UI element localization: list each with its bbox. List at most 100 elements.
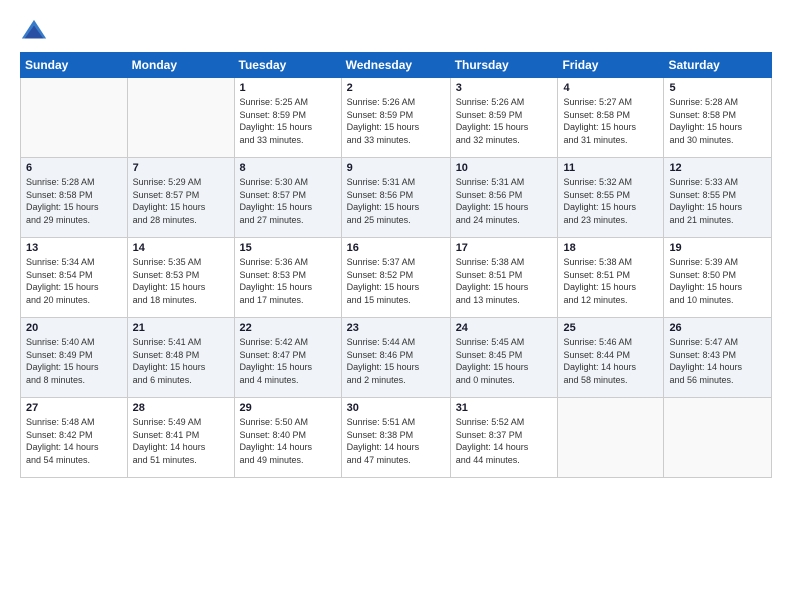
day-number: 15 (240, 242, 336, 254)
day-detail: Sunrise: 5:45 AM Sunset: 8:45 PM Dayligh… (456, 336, 553, 386)
calendar-cell: 2Sunrise: 5:26 AM Sunset: 8:59 PM Daylig… (341, 78, 450, 158)
calendar-cell: 6 Sunrise: 5:28 AM Sunset: 8:58 PM Daylig… (21, 158, 128, 238)
day-number: 22 (240, 322, 336, 334)
calendar-cell: 9 Sunrise: 5:31 AM Sunset: 8:56 PM Daylig… (341, 158, 450, 238)
calendar-cell (664, 398, 772, 478)
calendar-cell: 4Sunrise: 5:27 AM Sunset: 8:58 PM Daylig… (558, 78, 664, 158)
calendar-cell: 12 Sunrise: 5:33 AM Sunset: 8:55 PM Dayli… (664, 158, 772, 238)
logo-icon (20, 18, 48, 46)
day-detail: Sunrise: 5:34 AM Sunset: 8:54 PM Dayligh… (26, 256, 122, 306)
day-number: 1 (240, 82, 336, 94)
day-number: 6 (26, 162, 122, 174)
day-detail: Sunrise: 5:31 AM Sunset: 8:56 PM Dayligh… (456, 176, 553, 226)
calendar-cell: 29 Sunrise: 5:50 AM Sunset: 8:40 PM Dayli… (234, 398, 341, 478)
calendar-cell: 28Sunrise: 5:49 AM Sunset: 8:41 PM Dayli… (127, 398, 234, 478)
day-detail: Sunrise: 5:51 AM Sunset: 8:38 PM Dayligh… (347, 416, 445, 466)
day-detail: Sunrise: 5:28 AM Sunset: 8:58 PM Dayligh… (669, 96, 766, 146)
calendar-cell: 18 Sunrise: 5:38 AM Sunset: 8:51 PM Dayli… (558, 238, 664, 318)
day-number: 10 (456, 162, 553, 174)
weekday-header-sunday: Sunday (21, 53, 128, 78)
day-detail: Sunrise: 5:31 AM Sunset: 8:56 PM Dayligh… (347, 176, 445, 226)
calendar-cell: 21Sunrise: 5:41 AM Sunset: 8:48 PM Dayli… (127, 318, 234, 398)
calendar-cell: 5 Sunrise: 5:28 AM Sunset: 8:58 PM Daylig… (664, 78, 772, 158)
calendar-cell: 27Sunrise: 5:48 AM Sunset: 8:42 PM Dayli… (21, 398, 128, 478)
day-number: 4 (563, 82, 658, 94)
day-detail: Sunrise: 5:33 AM Sunset: 8:55 PM Dayligh… (669, 176, 766, 226)
calendar-cell: 14 Sunrise: 5:35 AM Sunset: 8:53 PM Dayli… (127, 238, 234, 318)
day-detail: Sunrise: 5:46 AM Sunset: 8:44 PM Dayligh… (563, 336, 658, 386)
day-number: 23 (347, 322, 445, 334)
calendar-cell: 22 Sunrise: 5:42 AM Sunset: 8:47 PM Dayli… (234, 318, 341, 398)
calendar-cell: 16 Sunrise: 5:37 AM Sunset: 8:52 PM Dayli… (341, 238, 450, 318)
calendar-cell: 25Sunrise: 5:46 AM Sunset: 8:44 PM Dayli… (558, 318, 664, 398)
day-detail: Sunrise: 5:49 AM Sunset: 8:41 PM Dayligh… (133, 416, 229, 466)
calendar-cell: 1Sunrise: 5:25 AM Sunset: 8:59 PM Daylig… (234, 78, 341, 158)
day-detail: Sunrise: 5:37 AM Sunset: 8:52 PM Dayligh… (347, 256, 445, 306)
day-detail: Sunrise: 5:48 AM Sunset: 8:42 PM Dayligh… (26, 416, 122, 466)
day-detail: Sunrise: 5:32 AM Sunset: 8:55 PM Dayligh… (563, 176, 658, 226)
calendar-week-row: 20 Sunrise: 5:40 AM Sunset: 8:49 PM Dayli… (21, 318, 772, 398)
day-number: 17 (456, 242, 553, 254)
weekday-header-row: SundayMondayTuesdayWednesdayThursdayFrid… (21, 53, 772, 78)
calendar-cell: 17 Sunrise: 5:38 AM Sunset: 8:51 PM Dayli… (450, 238, 558, 318)
day-number: 11 (563, 162, 658, 174)
calendar-week-row: 1Sunrise: 5:25 AM Sunset: 8:59 PM Daylig… (21, 78, 772, 158)
calendar: SundayMondayTuesdayWednesdayThursdayFrid… (20, 52, 772, 478)
calendar-cell: 26 Sunrise: 5:47 AM Sunset: 8:43 PM Dayli… (664, 318, 772, 398)
weekday-header-wednesday: Wednesday (341, 53, 450, 78)
day-detail: Sunrise: 5:38 AM Sunset: 8:51 PM Dayligh… (456, 256, 553, 306)
calendar-cell: 31Sunrise: 5:52 AM Sunset: 8:37 PM Dayli… (450, 398, 558, 478)
weekday-header-monday: Monday (127, 53, 234, 78)
day-number: 24 (456, 322, 553, 334)
day-detail: Sunrise: 5:50 AM Sunset: 8:40 PM Dayligh… (240, 416, 336, 466)
header (20, 18, 772, 46)
day-number: 19 (669, 242, 766, 254)
calendar-cell: 23 Sunrise: 5:44 AM Sunset: 8:46 PM Dayli… (341, 318, 450, 398)
day-detail: Sunrise: 5:39 AM Sunset: 8:50 PM Dayligh… (669, 256, 766, 306)
day-number: 21 (133, 322, 229, 334)
day-number: 5 (669, 82, 766, 94)
day-detail: Sunrise: 5:36 AM Sunset: 8:53 PM Dayligh… (240, 256, 336, 306)
calendar-cell: 11 Sunrise: 5:32 AM Sunset: 8:55 PM Dayli… (558, 158, 664, 238)
day-number: 26 (669, 322, 766, 334)
calendar-cell: 15 Sunrise: 5:36 AM Sunset: 8:53 PM Dayli… (234, 238, 341, 318)
day-number: 3 (456, 82, 553, 94)
day-detail: Sunrise: 5:28 AM Sunset: 8:58 PM Dayligh… (26, 176, 122, 226)
day-number: 12 (669, 162, 766, 174)
day-detail: Sunrise: 5:52 AM Sunset: 8:37 PM Dayligh… (456, 416, 553, 466)
day-detail: Sunrise: 5:44 AM Sunset: 8:46 PM Dayligh… (347, 336, 445, 386)
calendar-week-row: 6 Sunrise: 5:28 AM Sunset: 8:58 PM Daylig… (21, 158, 772, 238)
calendar-cell: 30Sunrise: 5:51 AM Sunset: 8:38 PM Dayli… (341, 398, 450, 478)
weekday-header-thursday: Thursday (450, 53, 558, 78)
day-number: 29 (240, 402, 336, 414)
day-number: 16 (347, 242, 445, 254)
calendar-cell (127, 78, 234, 158)
day-detail: Sunrise: 5:47 AM Sunset: 8:43 PM Dayligh… (669, 336, 766, 386)
day-number: 9 (347, 162, 445, 174)
day-number: 7 (133, 162, 229, 174)
day-detail: Sunrise: 5:26 AM Sunset: 8:59 PM Dayligh… (456, 96, 553, 146)
day-detail: Sunrise: 5:29 AM Sunset: 8:57 PM Dayligh… (133, 176, 229, 226)
calendar-week-row: 13 Sunrise: 5:34 AM Sunset: 8:54 PM Dayli… (21, 238, 772, 318)
day-number: 20 (26, 322, 122, 334)
day-detail: Sunrise: 5:40 AM Sunset: 8:49 PM Dayligh… (26, 336, 122, 386)
logo (20, 18, 52, 46)
day-number: 2 (347, 82, 445, 94)
calendar-week-row: 27Sunrise: 5:48 AM Sunset: 8:42 PM Dayli… (21, 398, 772, 478)
calendar-cell (21, 78, 128, 158)
day-number: 13 (26, 242, 122, 254)
calendar-cell: 13 Sunrise: 5:34 AM Sunset: 8:54 PM Dayli… (21, 238, 128, 318)
calendar-cell (558, 398, 664, 478)
page: SundayMondayTuesdayWednesdayThursdayFrid… (0, 0, 792, 612)
calendar-cell: 19 Sunrise: 5:39 AM Sunset: 8:50 PM Dayli… (664, 238, 772, 318)
calendar-cell: 24 Sunrise: 5:45 AM Sunset: 8:45 PM Dayli… (450, 318, 558, 398)
day-number: 14 (133, 242, 229, 254)
day-detail: Sunrise: 5:38 AM Sunset: 8:51 PM Dayligh… (563, 256, 658, 306)
weekday-header-saturday: Saturday (664, 53, 772, 78)
day-number: 18 (563, 242, 658, 254)
calendar-cell: 20 Sunrise: 5:40 AM Sunset: 8:49 PM Dayli… (21, 318, 128, 398)
weekday-header-tuesday: Tuesday (234, 53, 341, 78)
day-detail: Sunrise: 5:35 AM Sunset: 8:53 PM Dayligh… (133, 256, 229, 306)
weekday-header-friday: Friday (558, 53, 664, 78)
day-detail: Sunrise: 5:42 AM Sunset: 8:47 PM Dayligh… (240, 336, 336, 386)
